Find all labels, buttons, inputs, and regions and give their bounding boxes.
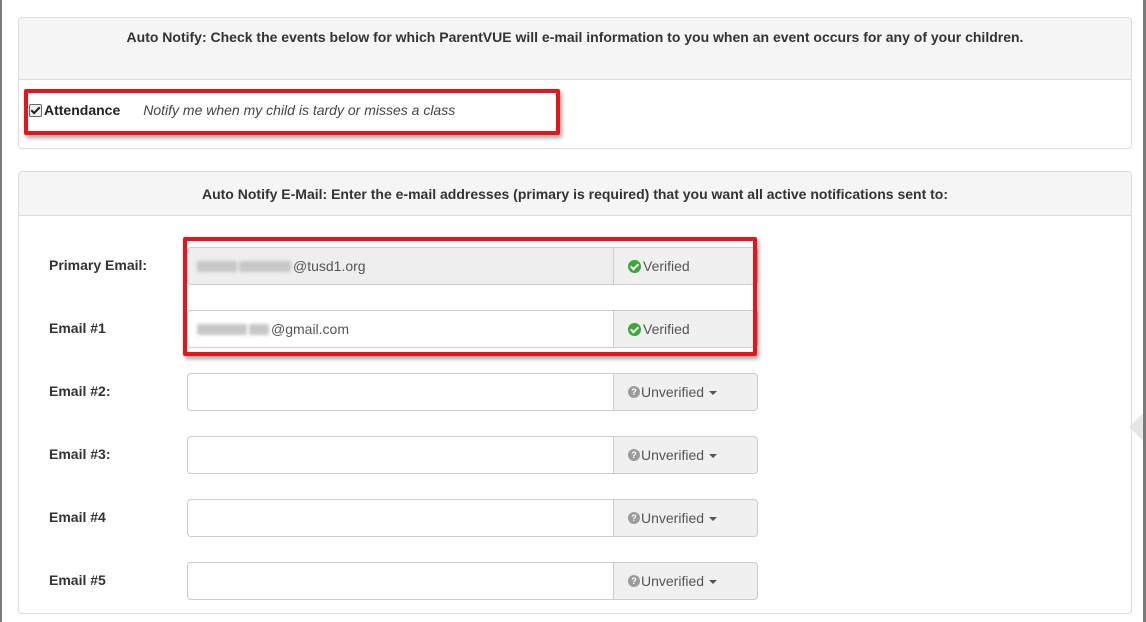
- window-left-border: [0, 0, 2, 622]
- caret-down-icon: [709, 391, 718, 395]
- unverified-dropdown[interactable]: ? Unverified: [613, 562, 758, 600]
- email-2-input[interactable]: [187, 373, 613, 411]
- email-label: Email #1: [49, 320, 106, 336]
- email-label: Email #3:: [49, 446, 111, 462]
- email-label: Primary Email:: [49, 257, 148, 273]
- status-label: Unverified: [641, 573, 705, 589]
- email-row-4: Email #4 ? Unverified: [19, 499, 1131, 537]
- email-4-input[interactable]: [187, 499, 613, 537]
- caret-down-icon: [709, 454, 718, 458]
- auto-notify-heading: Auto Notify: Check the events below for …: [19, 18, 1131, 80]
- highlight-box-verified-emails: [183, 237, 757, 356]
- decorative-arrow-shape: [1129, 413, 1143, 441]
- auto-notify-email-heading: Auto Notify E-Mail: Enter the e-mail add…: [19, 172, 1131, 216]
- question-circle-icon: ?: [628, 449, 640, 461]
- email-row-2: Email #2: ? Unverified: [19, 373, 1131, 411]
- question-circle-icon: ?: [628, 386, 640, 398]
- email-label: Email #5: [49, 572, 106, 588]
- question-circle-icon: ?: [628, 512, 640, 524]
- question-circle-icon: ?: [628, 575, 640, 587]
- email-5-input[interactable]: [187, 562, 613, 600]
- caret-down-icon: [709, 580, 718, 584]
- unverified-dropdown[interactable]: ? Unverified: [613, 499, 758, 537]
- email-row-5: Email #5 ? Unverified: [19, 562, 1131, 600]
- status-label: Unverified: [641, 510, 705, 526]
- highlight-box-attendance: [24, 89, 560, 135]
- email-row-3: Email #3: ? Unverified: [19, 436, 1131, 474]
- email-label: Email #2:: [49, 383, 111, 399]
- caret-down-icon: [709, 517, 718, 521]
- email-label: Email #4: [49, 509, 106, 525]
- status-label: Unverified: [641, 384, 705, 400]
- status-label: Unverified: [641, 447, 705, 463]
- unverified-dropdown[interactable]: ? Unverified: [613, 373, 758, 411]
- unverified-dropdown[interactable]: ? Unverified: [613, 436, 758, 474]
- email-3-input[interactable]: [187, 436, 613, 474]
